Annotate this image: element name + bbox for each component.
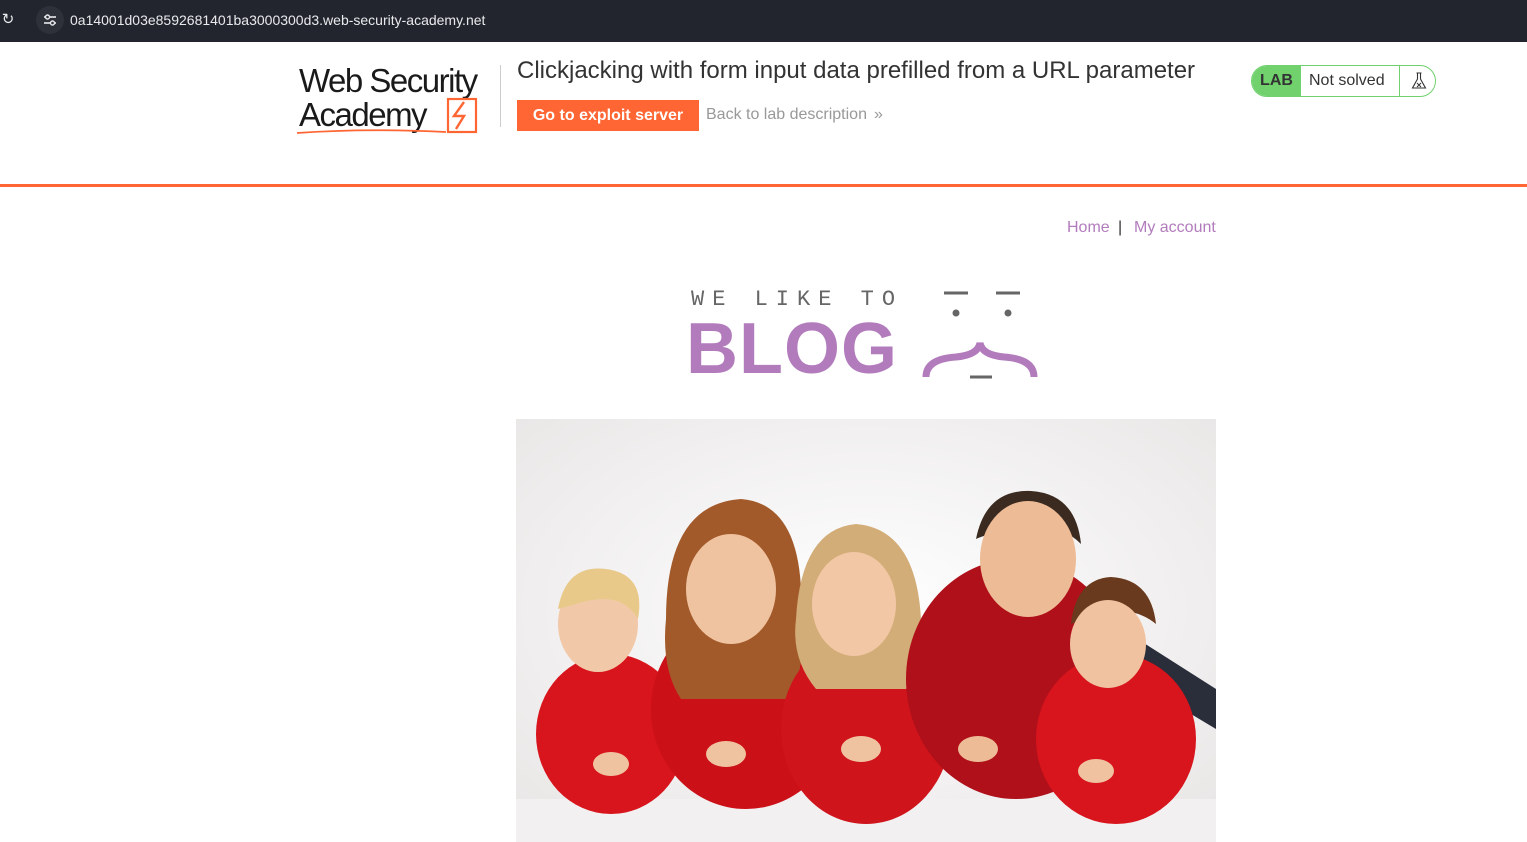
lab-header: Web Security Academy Clickjacking with f… [0, 42, 1527, 187]
lab-badge: LAB [1252, 66, 1301, 96]
blog-banner: WE LIKE TO BLOG [686, 285, 1046, 385]
back-to-lab-description-link[interactable]: Back to lab description [706, 104, 867, 126]
logo-line2: Academy [299, 96, 428, 133]
nav-separator: | [1118, 219, 1123, 236]
site-info-icon[interactable] [36, 6, 64, 34]
reload-icon[interactable]: ↻ [0, 10, 16, 30]
logo-divider [500, 65, 501, 127]
web-security-academy-logo[interactable]: Web Security Academy [296, 62, 501, 137]
banner-title: BLOG [686, 309, 898, 389]
browser-toolbar: ↻ 0a14001d03e8592681401ba3000300d3.web-s… [0, 0, 1527, 42]
logo-line1: Web Security [299, 62, 479, 99]
double-chevron-right-icon: » [874, 106, 883, 123]
lab-status-text: Not solved [1309, 72, 1385, 89]
go-to-exploit-server-button[interactable]: Go to exploit server [517, 100, 699, 131]
lab-title: Clickjacking with form input data prefil… [517, 57, 1196, 84]
address-bar-url[interactable]: 0a14001d03e8592681401ba3000300d3.web-sec… [70, 10, 485, 30]
nav-my-account-link[interactable]: My account [1134, 217, 1216, 239]
blog-hero-image [516, 419, 1216, 842]
nav-home-link[interactable]: Home [1067, 217, 1110, 239]
face-emoticon-icon [922, 291, 1038, 379]
flask-icon [1399, 66, 1435, 96]
lab-status-widget: LAB Not solved [1251, 65, 1436, 97]
